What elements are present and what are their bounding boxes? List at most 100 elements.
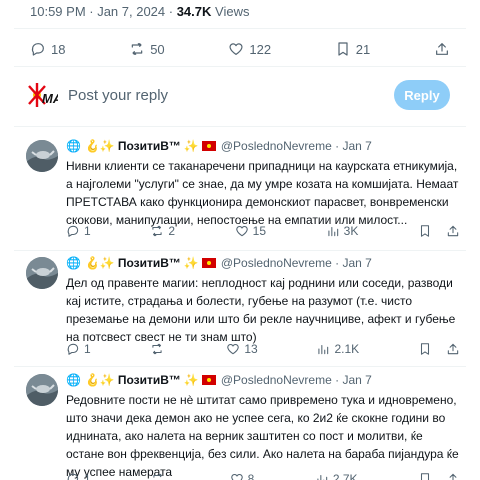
- handle-and-date[interactable]: @PoslednoNevreme · Jan 7: [221, 256, 372, 270]
- tweet-actions: 1 2 15 3K: [66, 224, 460, 238]
- macedonia-flag-icon: [201, 375, 216, 385]
- reply-count: 1: [84, 472, 91, 480]
- display-name[interactable]: ПозитиВ™: [118, 373, 181, 387]
- reply-count: 1: [84, 342, 91, 356]
- handle-and-date[interactable]: @PoslednoNevreme · Jan 7: [221, 373, 372, 387]
- sparkle-icon: ✨: [183, 139, 199, 153]
- tweet-header: 🌐 🪝 ✨ ПозитиВ™ ✨ @PoslednoNevreme · Jan 7: [66, 255, 466, 271]
- repost-stat-button[interactable]: 50: [129, 41, 165, 57]
- reply-input[interactable]: Post your reply: [68, 87, 394, 104]
- views-count: 2.1K: [334, 342, 360, 356]
- reply-tweet[interactable]: 🌐 🪝 ✨ ПозитиВ™ ✨ @PoslednoNevreme · Jan 7…: [26, 138, 466, 246]
- reply-count: 1: [84, 224, 91, 238]
- repost-count: 50: [150, 41, 165, 57]
- heart-icon: [230, 474, 243, 480]
- macedonia-flag-icon: [201, 141, 216, 151]
- sparkle-icon: ✨: [183, 373, 199, 387]
- divider: [14, 250, 466, 251]
- like-action[interactable]: 15: [235, 224, 266, 238]
- tweet-actions: 1 13 2.1K: [66, 342, 460, 356]
- ornament-icon: 🪝: [84, 139, 100, 153]
- share-icon: [447, 225, 459, 237]
- sparkle-icon: ✨: [99, 139, 115, 153]
- reply-button[interactable]: Reply: [394, 80, 450, 110]
- bookmark-action[interactable]: [418, 342, 432, 356]
- divider: [14, 366, 466, 367]
- views-count: 34.7K: [176, 4, 212, 19]
- display-name[interactable]: ПозитиВ™: [118, 256, 181, 270]
- repost-action[interactable]: [150, 342, 168, 356]
- share-icon: [447, 343, 459, 355]
- bookmark-icon: [420, 343, 430, 355]
- share-icon: [436, 43, 448, 55]
- views-count: 3K: [343, 224, 359, 238]
- post-meta: 10:59 PM · Jan 7, 2024 · 34.7K Views: [30, 4, 249, 19]
- views-action[interactable]: 2.1K: [316, 342, 359, 356]
- analytics-icon: [318, 344, 329, 355]
- reply-stat-button[interactable]: 18: [30, 41, 65, 57]
- heart-icon: [229, 43, 243, 55]
- bookmark-count: 21: [355, 41, 371, 57]
- display-name[interactable]: ПозитиВ™: [118, 139, 181, 153]
- divider: [14, 66, 466, 67]
- tweet-text: Нивни клиенти се таканаречени припадници…: [66, 159, 459, 227]
- heart-icon: [235, 226, 248, 237]
- ornament-icon: 🪝: [84, 256, 100, 270]
- like-count: 15: [252, 224, 267, 238]
- reply-action[interactable]: 1: [66, 472, 91, 480]
- reply-tweet[interactable]: 🌐 🪝 ✨ ПозитиВ™ ✨ @PoslednoNevreme · Jan 7…: [26, 372, 466, 480]
- tweet-header: 🌐 🪝 ✨ ПозитиВ™ ✨ @PoslednoNevreme · Jan 7: [66, 138, 466, 154]
- views-count: 2.7K: [332, 472, 358, 480]
- reply-action[interactable]: 1: [66, 342, 91, 356]
- ornament-icon: 🪝: [84, 373, 100, 387]
- post-timestamp[interactable]: 10:59 PM · Jan 7, 2024 ·: [30, 4, 177, 19]
- tweet-actions: 1 8 2.7K: [66, 472, 460, 480]
- repost-icon: [153, 473, 163, 478]
- like-action[interactable]: 8: [230, 472, 254, 480]
- repost-icon: [152, 225, 162, 237]
- svg-text:MA: MA: [42, 91, 58, 106]
- repost-icon: [151, 343, 162, 355]
- views-action[interactable]: 2.7K: [315, 472, 358, 480]
- handle-and-date[interactable]: @PoslednoNevreme · Jan 7: [221, 139, 372, 153]
- globe-icon: 🌐: [66, 373, 81, 387]
- bookmark-action[interactable]: [418, 224, 432, 238]
- share-action[interactable]: [446, 224, 460, 238]
- reply-icon: [67, 473, 79, 480]
- share-action[interactable]: [446, 342, 460, 356]
- avatar[interactable]: [26, 140, 58, 172]
- share-button[interactable]: [434, 41, 450, 57]
- repost-action[interactable]: 2: [150, 224, 175, 238]
- globe-icon: 🌐: [66, 256, 81, 270]
- reply-tweet[interactable]: 🌐 🪝 ✨ ПозитиВ™ ✨ @PoslednoNevreme · Jan 7…: [26, 255, 466, 365]
- views-action[interactable]: 3K: [326, 224, 359, 238]
- post-stats-bar: 18 50 122 21: [30, 37, 450, 61]
- like-count: 122: [249, 41, 272, 57]
- avatar[interactable]: [26, 374, 58, 406]
- macedonia-flag-icon: [201, 258, 216, 268]
- bookmark-stat-button[interactable]: 21: [335, 41, 370, 57]
- sparkle-icon: ✨: [99, 373, 115, 387]
- sparkle-icon: ✨: [99, 256, 115, 270]
- tweet-text: Дел од правенте магии: неплодност кај ро…: [66, 276, 456, 344]
- share-icon: [449, 473, 457, 480]
- globe-icon: 🌐: [66, 139, 81, 153]
- reply-action[interactable]: 1: [66, 224, 91, 238]
- bookmark-action[interactable]: [418, 472, 432, 480]
- repost-action[interactable]: [151, 472, 169, 480]
- divider: [14, 126, 466, 127]
- analytics-icon: [328, 226, 338, 237]
- like-stat-button[interactable]: 122: [228, 41, 271, 57]
- share-action[interactable]: [446, 472, 460, 480]
- sparkle-icon: ✨: [183, 256, 199, 270]
- repost-count: 2: [168, 224, 176, 238]
- reply-composer: MA Post your reply Reply: [28, 78, 450, 112]
- analytics-icon: [317, 474, 328, 480]
- bookmark-icon: [338, 42, 348, 56]
- reply-icon: [67, 225, 79, 237]
- reply-icon: [67, 343, 79, 355]
- avatar[interactable]: [26, 257, 58, 289]
- reply-icon: [31, 43, 44, 56]
- like-action[interactable]: 13: [226, 342, 258, 356]
- bookmark-icon: [420, 473, 430, 480]
